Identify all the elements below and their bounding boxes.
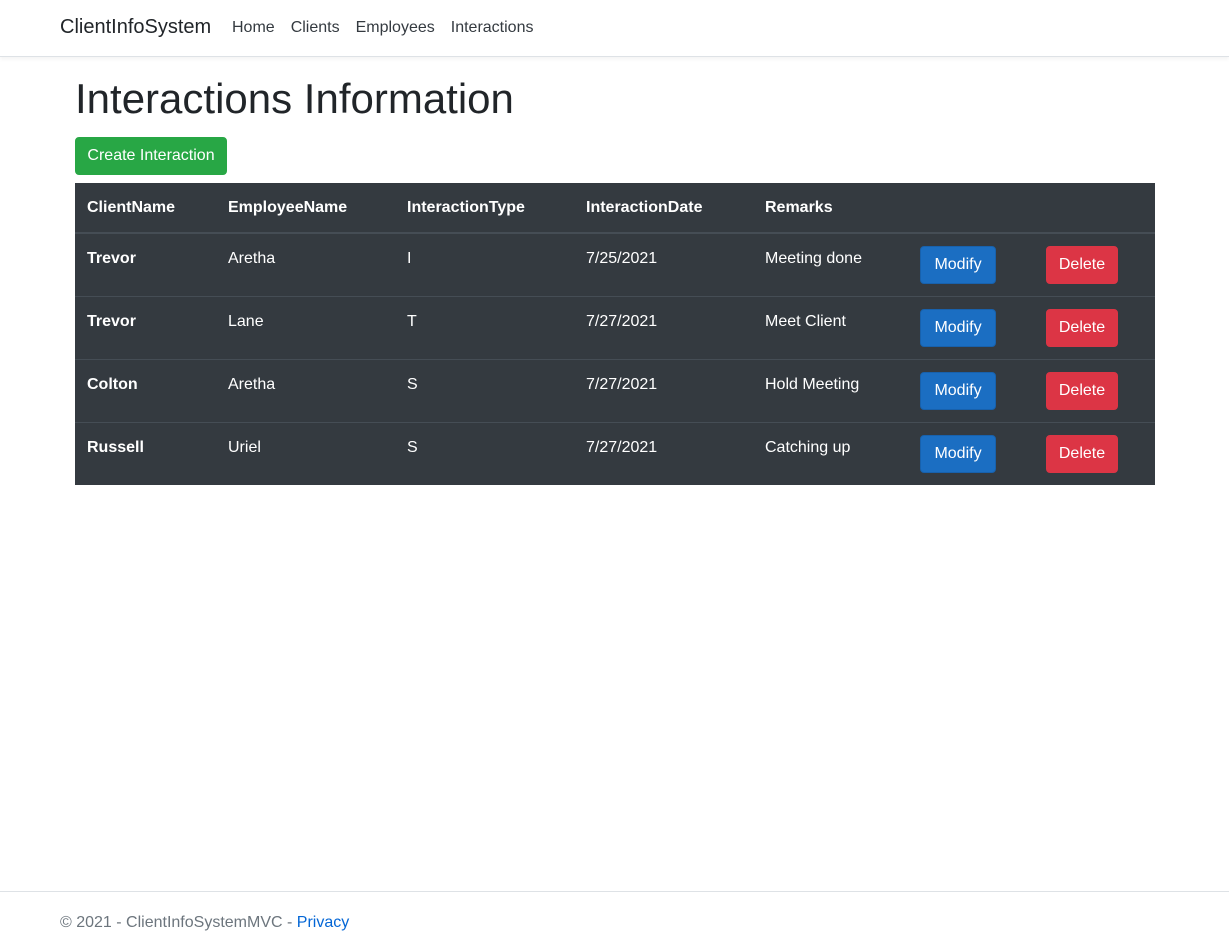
delete-button[interactable]: Delete [1046,308,1118,347]
cell-interaction-date: 7/27/2021 [574,295,753,359]
cell-modify: Modify [908,232,1034,296]
table-row: Colton Aretha S 7/27/2021 Hold Meeting M… [75,358,1155,422]
modify-button[interactable]: Modify [920,434,996,473]
cell-modify: Modify [908,421,1034,485]
delete-button[interactable]: Delete [1046,434,1118,473]
cell-modify: Modify [908,358,1034,422]
column-header-employeename: EmployeeName [216,183,395,234]
cell-interaction-type: T [395,295,574,359]
column-header-remarks: Remarks [753,183,908,234]
cell-interaction-type: S [395,421,574,485]
delete-button[interactable]: Delete [1046,246,1118,284]
column-header-delete [1034,183,1155,234]
create-interaction-button[interactable]: Create Interaction [75,137,227,175]
nav-clients[interactable]: Clients [291,19,340,37]
cell-employee-name: Uriel [216,421,395,485]
column-header-interactiontype: InteractionType [395,183,574,234]
modify-button[interactable]: Modify [920,246,996,284]
footer-text: © 2021 - ClientInfoSystemMVC - Privacy [60,914,349,932]
cell-remarks: Meet Client [753,295,908,359]
modify-button[interactable]: Modify [920,371,996,410]
nav-employees[interactable]: Employees [356,19,435,37]
page-footer: © 2021 - ClientInfoSystemMVC - Privacy [0,891,1229,952]
brand-link[interactable]: ClientInfoSystem [60,16,211,39]
cell-remarks: Catching up [753,421,908,485]
interactions-table: ClientName EmployeeName InteractionType … [75,183,1155,485]
delete-button[interactable]: Delete [1046,371,1118,410]
modify-button[interactable]: Modify [920,308,996,347]
nav-links: Home Clients Employees Interactions [232,19,549,37]
cell-modify: Modify [908,295,1034,359]
copyright-text: © 2021 - ClientInfoSystemMVC - [60,914,297,931]
table-row: Trevor Lane T 7/27/2021 Meet Client Modi… [75,295,1155,359]
cell-delete: Delete [1034,232,1155,296]
cell-remarks: Hold Meeting [753,358,908,422]
cell-employee-name: Aretha [216,358,395,422]
cell-employee-name: Aretha [216,232,395,296]
table-header-row: ClientName EmployeeName InteractionType … [75,183,1155,234]
cell-delete: Delete [1034,358,1155,422]
cell-client-name: Trevor [75,232,216,296]
cell-client-name: Russell [75,421,216,485]
page-title: Interactions Information [75,75,514,122]
cell-employee-name: Lane [216,295,395,359]
cell-delete: Delete [1034,295,1155,359]
table-row: Trevor Aretha I 7/25/2021 Meeting done M… [75,232,1155,296]
cell-interaction-date: 7/27/2021 [574,358,753,422]
cell-remarks: Meeting done [753,232,908,296]
cell-interaction-type: I [395,232,574,296]
cell-delete: Delete [1034,421,1155,485]
table-row: Russell Uriel S 7/27/2021 Catching up Mo… [75,421,1155,485]
nav-interactions[interactable]: Interactions [451,19,534,37]
cell-client-name: Colton [75,358,216,422]
cell-interaction-date: 7/27/2021 [574,421,753,485]
cell-client-name: Trevor [75,295,216,359]
cell-interaction-date: 7/25/2021 [574,232,753,296]
privacy-link[interactable]: Privacy [297,914,349,931]
cell-interaction-type: S [395,358,574,422]
column-header-clientname: ClientName [75,183,216,234]
top-navbar: ClientInfoSystem Home Clients Employees … [0,0,1229,57]
column-header-interactiondate: InteractionDate [574,183,753,234]
nav-home[interactable]: Home [232,19,275,37]
column-header-modify [908,183,1034,234]
